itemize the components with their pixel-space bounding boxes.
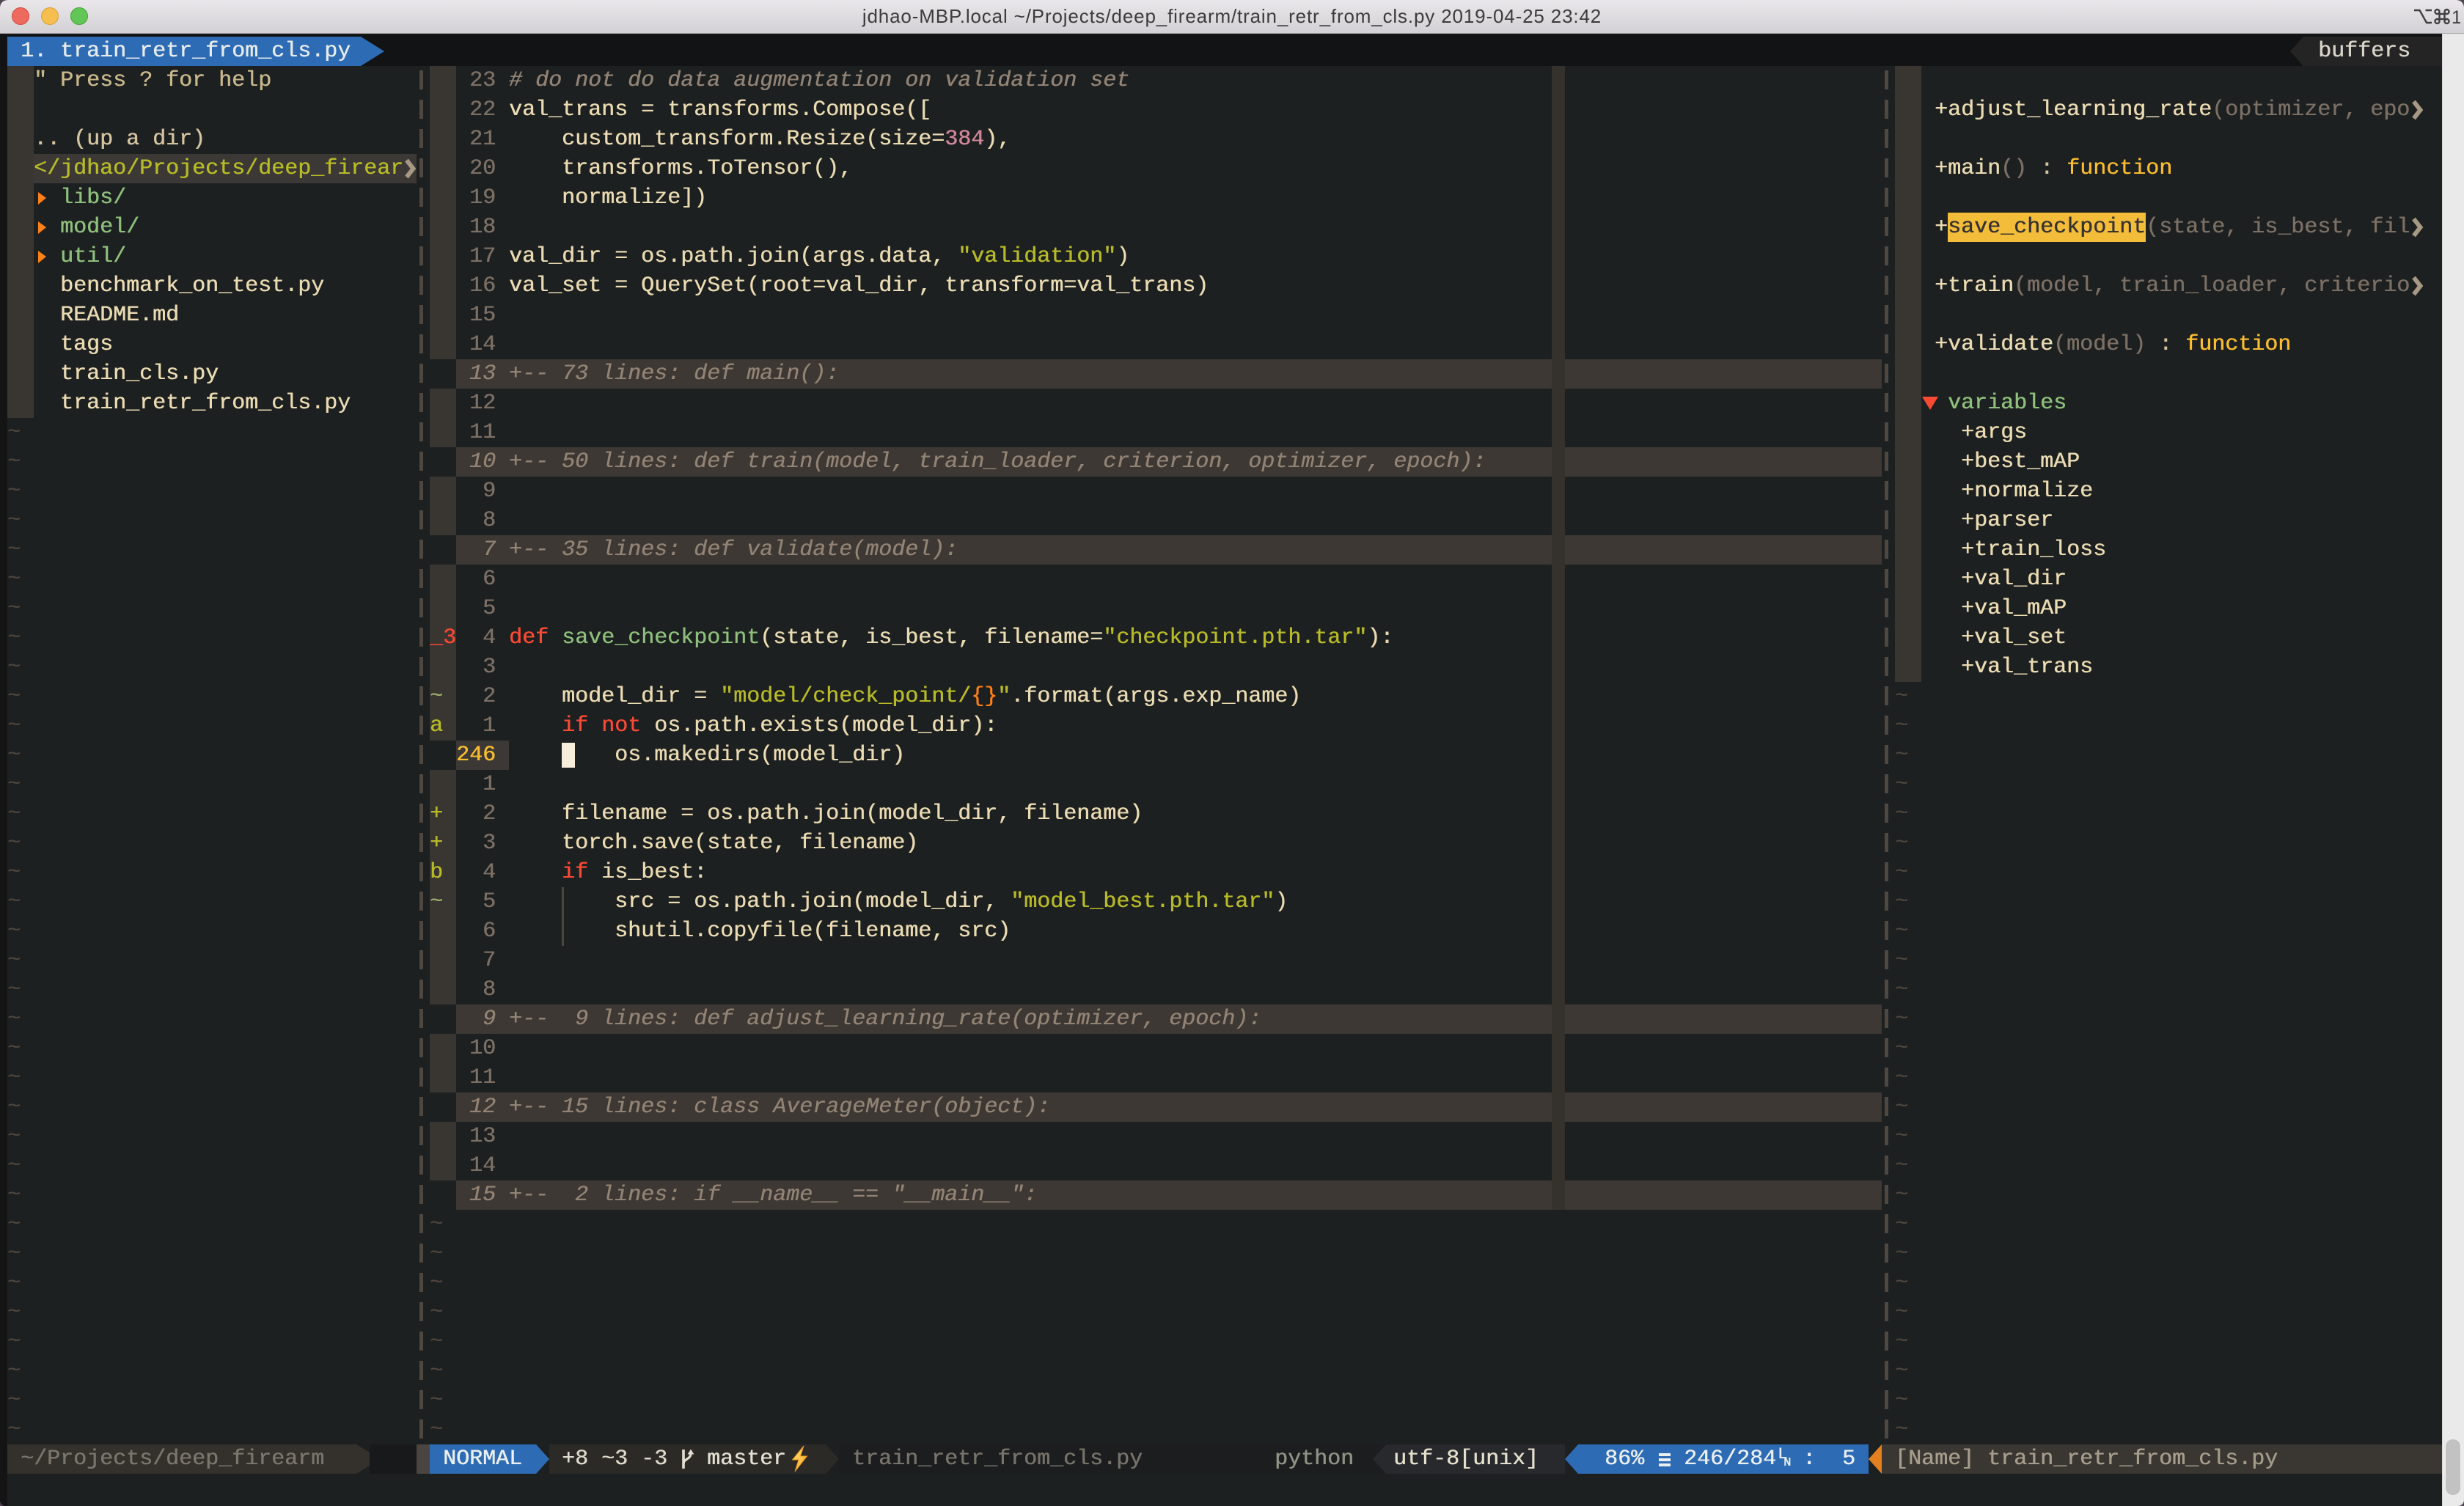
svg-text:1: 1: [2452, 7, 2460, 28]
